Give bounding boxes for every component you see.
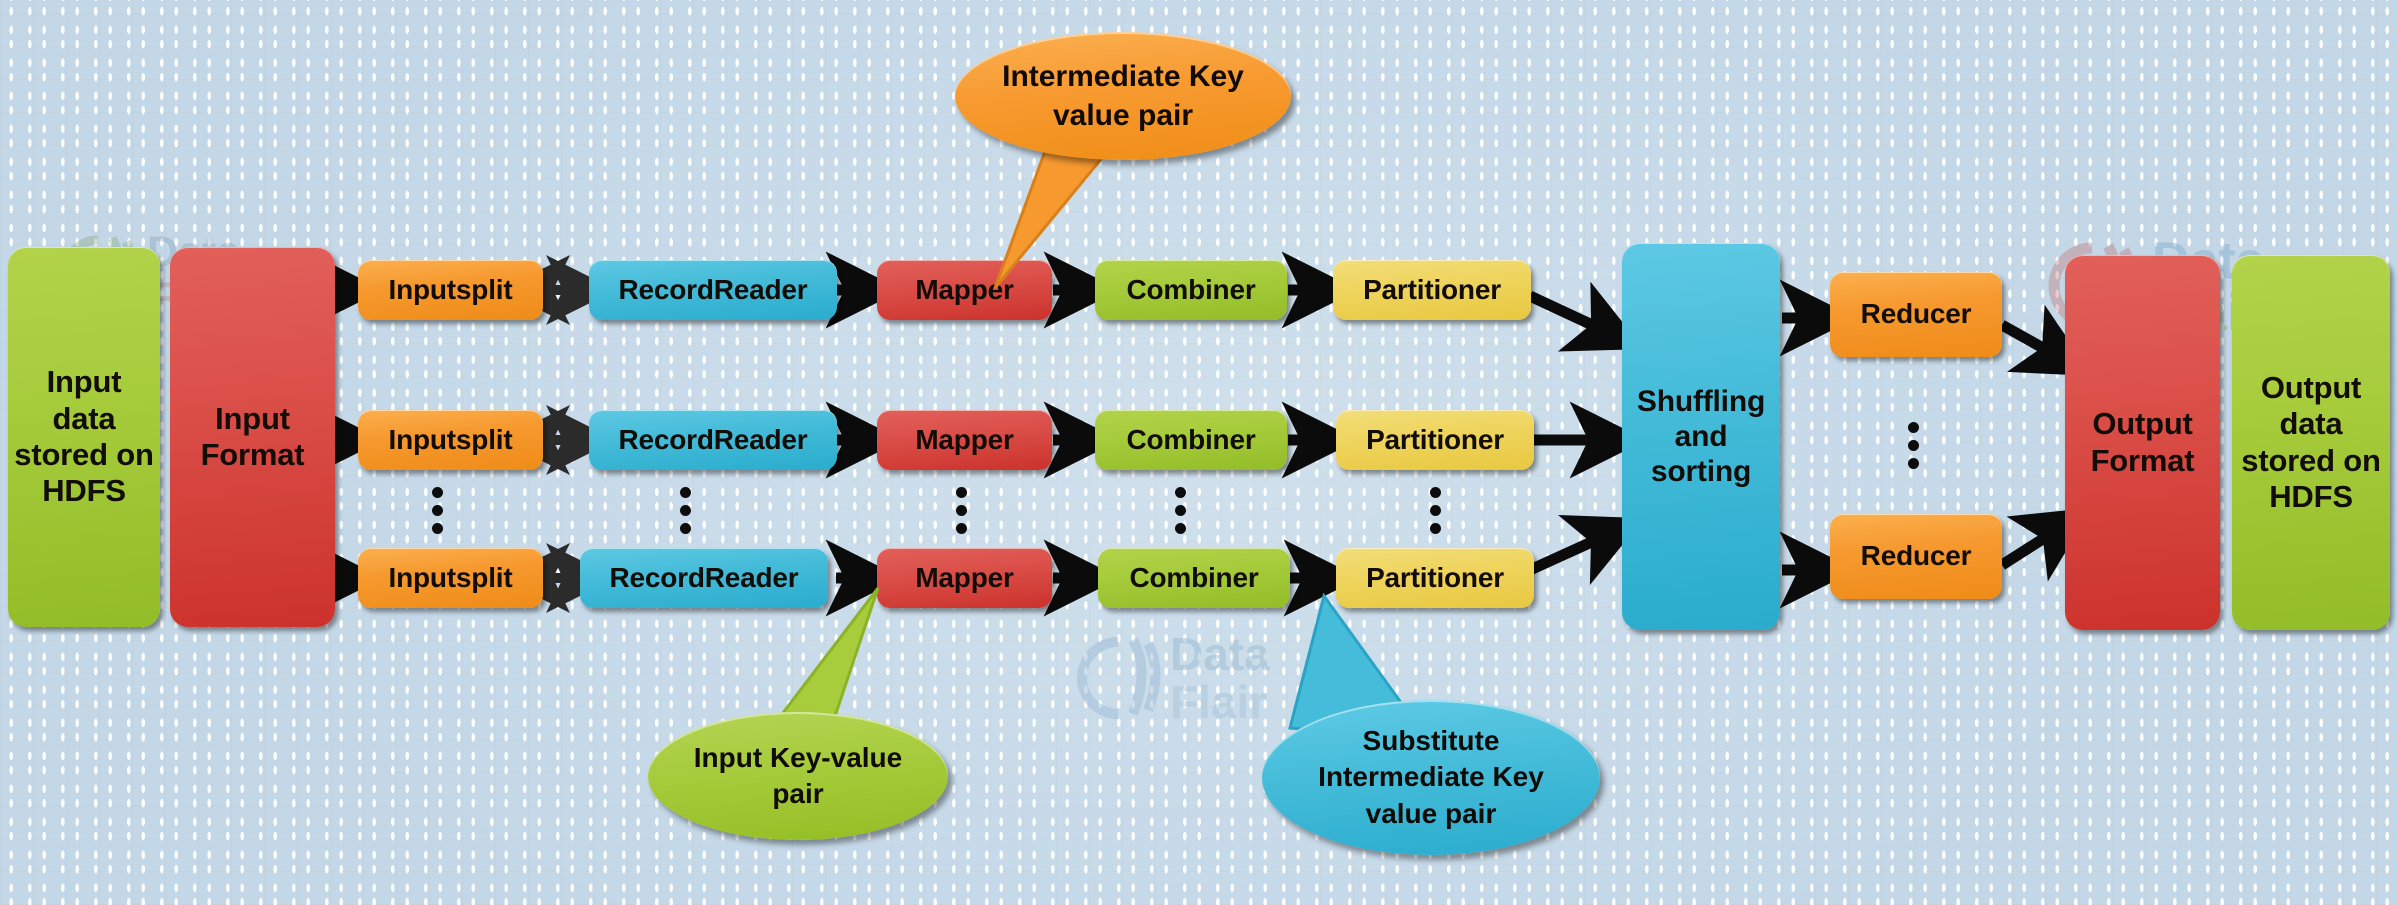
- arrow-partitioner-to-shuffling-1: [1527, 281, 1644, 352]
- node-inputsplit-2: Inputsplit: [358, 410, 543, 470]
- node-reducer-label: Reducer: [1860, 298, 1972, 330]
- node-recordreader-1: RecordReader: [589, 260, 837, 320]
- ellipsis-reducer: [1908, 422, 1919, 469]
- node-recordreader-label: RecordReader: [618, 423, 808, 455]
- mapreduce-dataflow-diagram: Data Flair Data Flair Data Flair: [0, 0, 2398, 905]
- node-inputsplit-3: Inputsplit: [358, 548, 543, 608]
- node-partitioner-1: Partitioner: [1333, 260, 1531, 320]
- ellipsis-mapper: [956, 487, 967, 534]
- node-input-data-label: Input data stored on HDFS: [14, 364, 154, 509]
- node-mapper-label: Mapper: [915, 423, 1014, 455]
- callout-input-kv-label: Input Key-value pair: [693, 741, 903, 809]
- callout-bubble-input-kv: Input Key-value pair: [648, 712, 948, 840]
- node-partitioner-2: Partitioner: [1336, 410, 1534, 470]
- node-combiner-2: Combiner: [1095, 410, 1287, 470]
- node-inputsplit-label: Inputsplit: [388, 423, 513, 455]
- node-reducer-1: Reducer: [1830, 272, 2002, 357]
- callout-bubble-substitute: Substitute Intermediate Key value pair: [1262, 700, 1600, 855]
- arrow-partitioner-to-shuffling-3: [1527, 514, 1645, 586]
- node-recordreader-label: RecordReader: [618, 273, 808, 305]
- node-output-data: Output data stored on HDFS: [2232, 255, 2390, 630]
- node-recordreader-2: RecordReader: [589, 410, 837, 470]
- node-combiner-label: Combiner: [1129, 561, 1259, 593]
- node-shuffling-and-sorting: Shuffling and sorting: [1622, 243, 1780, 630]
- ellipsis-partitioner: [1430, 487, 1441, 534]
- node-reducer-label: Reducer: [1860, 540, 1972, 572]
- node-partitioner-label: Partitioner: [1366, 423, 1504, 455]
- node-reducer-2: Reducer: [1830, 514, 2002, 599]
- node-combiner-label: Combiner: [1126, 423, 1256, 455]
- node-output-format-label: Output Format: [2090, 406, 2195, 478]
- node-inputsplit-label: Inputsplit: [388, 273, 513, 305]
- node-partitioner-label: Partitioner: [1363, 273, 1501, 305]
- node-input-format: Input Format: [170, 247, 335, 627]
- ellipsis-combiner: [1175, 487, 1186, 534]
- arrow-reducer-to-outputformat-1: [1999, 304, 2093, 376]
- callout-substitute-label: Substitute Intermediate Key value pair: [1318, 724, 1544, 829]
- node-inputsplit-1: Inputsplit: [358, 260, 543, 320]
- callout-intermediate-label: Intermediate Key value pair: [1002, 60, 1244, 132]
- node-output-data-label: Output data stored on HDFS: [2241, 369, 2381, 514]
- node-inputsplit-label: Inputsplit: [388, 561, 513, 593]
- node-shuffling-label: Shuffling and sorting: [1636, 384, 1766, 489]
- ellipsis-inputsplit: [432, 487, 443, 534]
- ellipsis-recordreader: [680, 487, 691, 534]
- arrow-reducer-to-outputformat-2: [1999, 507, 2093, 582]
- node-input-format-label: Input Format: [200, 400, 305, 472]
- node-output-format: Output Format: [2065, 255, 2220, 630]
- node-mapper-2: Mapper: [877, 410, 1052, 470]
- callout-bubble-intermediate: Intermediate Key value pair: [955, 32, 1291, 160]
- node-input-data: Input data stored on HDFS: [8, 247, 160, 627]
